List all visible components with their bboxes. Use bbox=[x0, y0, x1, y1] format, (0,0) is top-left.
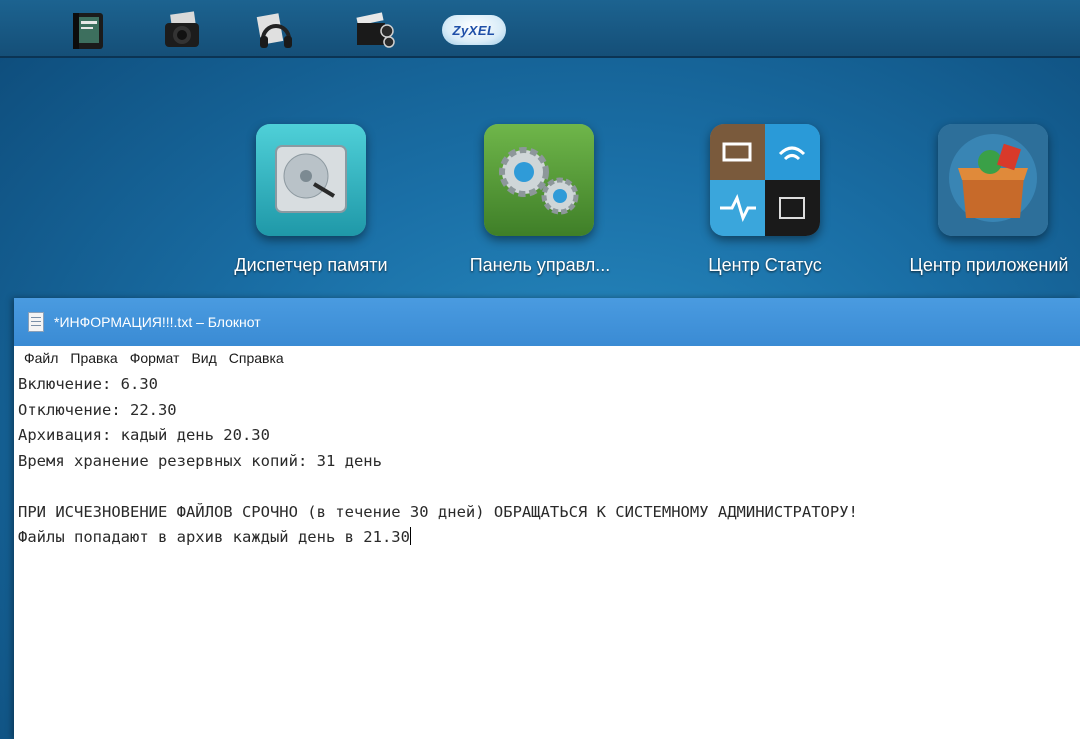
notepad-icon bbox=[28, 312, 44, 332]
camera-app-icon[interactable] bbox=[158, 8, 206, 52]
status-center-tile[interactable] bbox=[710, 124, 820, 236]
app-box-icon bbox=[938, 124, 1048, 236]
menu-view[interactable]: Вид bbox=[191, 350, 216, 366]
text-line: ПРИ ИСЧЕЗНОВЕНИЕ ФАЙЛОВ СРОЧНО (в течени… bbox=[18, 502, 858, 521]
menu-edit[interactable]: Правка bbox=[70, 350, 117, 366]
menu-help[interactable]: Справка bbox=[229, 350, 284, 366]
tile-label-status-center: Центр Статус bbox=[708, 255, 822, 275]
text-line: Отключение: 22.30 bbox=[18, 400, 177, 419]
zyxel-logo: ZyXEL bbox=[442, 15, 506, 45]
text-line: Включение: 6.30 bbox=[18, 375, 158, 393]
control-panel-tile[interactable] bbox=[484, 124, 594, 236]
status-grid-icon bbox=[710, 124, 820, 236]
text-line-content: Файлы попадают в архив каждый день в 21.… bbox=[18, 528, 410, 546]
tile-label-control-panel: Панель управл... bbox=[469, 255, 611, 275]
video-app-icon[interactable] bbox=[350, 8, 398, 52]
top-dock: ZyXEL bbox=[0, 0, 1080, 58]
notebook-app-icon[interactable] bbox=[64, 8, 112, 52]
menu-format[interactable]: Формат bbox=[130, 350, 180, 366]
hard-drive-icon bbox=[256, 124, 366, 236]
text-line-with-caret: Файлы попадают в архив каждый день в 21.… bbox=[18, 525, 1080, 551]
text-caret bbox=[409, 527, 411, 545]
menu-file[interactable]: Файл bbox=[24, 350, 58, 366]
tile-label-storage: Диспетчер памяти bbox=[234, 255, 388, 275]
notepad-titlebar[interactable]: *ИНФОРМАЦИЯ!!!.txt – Блокнот bbox=[14, 298, 1080, 346]
app-center-tile[interactable] bbox=[938, 124, 1048, 236]
notepad-text-area[interactable]: Включение: 6.30 Отключение: 22.30 Архива… bbox=[14, 370, 1080, 551]
zyxel-cloud-icon[interactable]: ZyXEL bbox=[440, 8, 508, 52]
text-line: Архивация: кадый день 20.30 bbox=[18, 426, 270, 444]
notepad-window: *ИНФОРМАЦИЯ!!!.txt – Блокнот Файл Правка… bbox=[14, 298, 1080, 739]
notepad-title: *ИНФОРМАЦИЯ!!!.txt – Блокнот bbox=[54, 314, 261, 330]
tile-label-app-center: Центр приложений bbox=[909, 255, 1069, 275]
headphones-app-icon[interactable] bbox=[250, 8, 298, 52]
gears-icon bbox=[484, 124, 594, 236]
text-line bbox=[18, 474, 1080, 500]
storage-manager-tile[interactable] bbox=[256, 124, 366, 236]
notepad-menubar: Файл Правка Формат Вид Справка bbox=[14, 346, 1080, 370]
text-line: Время хранение резервных копий: 31 день bbox=[18, 451, 382, 470]
